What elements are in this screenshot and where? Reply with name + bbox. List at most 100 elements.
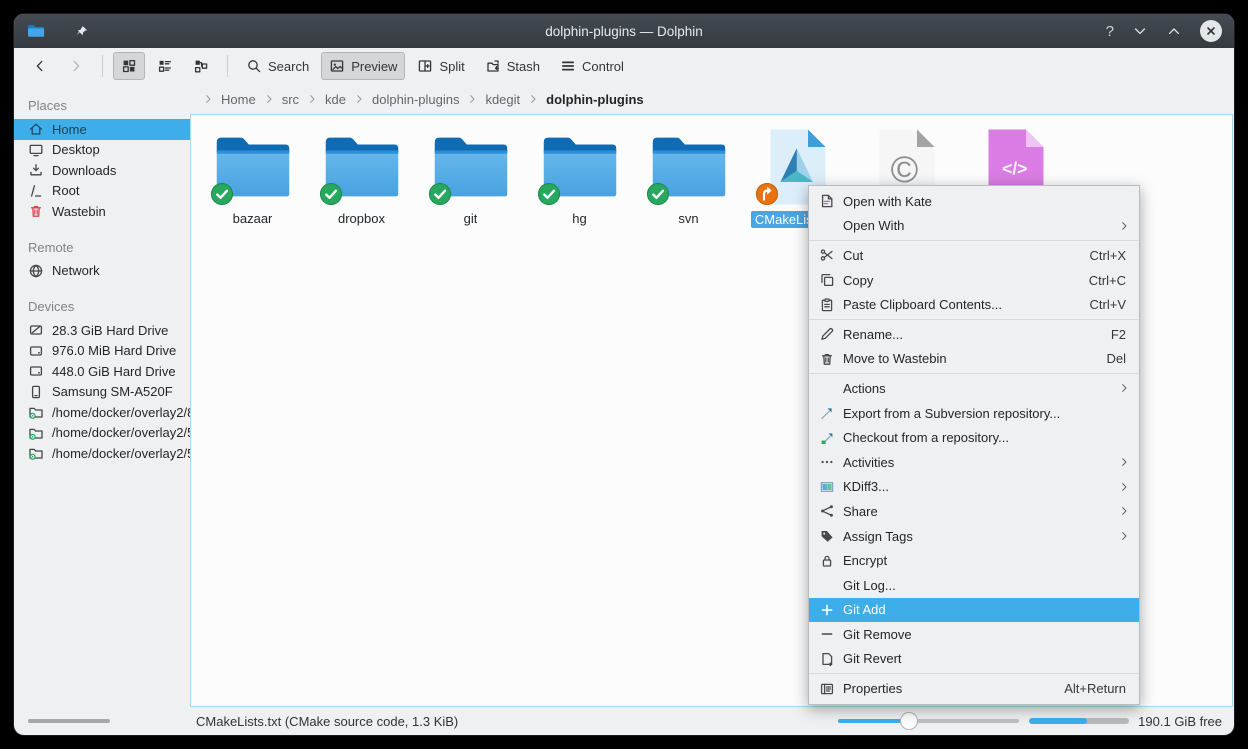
menu-item-shortcut: Ctrl+V (1090, 297, 1130, 312)
menu-separator (809, 373, 1139, 374)
status-file-info: CMakeLists.txt (CMake source code, 1.3 K… (196, 714, 458, 729)
icons-view-button[interactable] (113, 52, 145, 80)
menu-item-git-remove[interactable]: Git Remove (809, 622, 1139, 647)
menu-item-label: Encrypt (843, 553, 887, 568)
menu-item-git-log[interactable]: Git Log... (809, 573, 1139, 598)
sidebar-item-desktop[interactable]: Desktop (14, 140, 190, 161)
menu-item-label: Git Log... (843, 578, 896, 593)
sidebar-item-wastebin[interactable]: Wastebin (14, 201, 190, 222)
sidebar-item-home[interactable]: Home (14, 119, 190, 140)
vcs-normal-emblem-icon (538, 183, 560, 205)
sidebar-item-downloads[interactable]: Downloads (14, 160, 190, 181)
menu-item-encrypt[interactable]: Encrypt (809, 548, 1139, 573)
folder-item-svn[interactable]: svn (638, 127, 739, 226)
back-button[interactable] (24, 52, 56, 80)
folder-label: hg (572, 211, 586, 226)
sidebar-item-phone[interactable]: Samsung SM-A520F (14, 382, 190, 403)
menu-item-move-to-wastebin[interactable]: Move to WastebinDel (809, 347, 1139, 372)
control-button[interactable]: Control (552, 52, 632, 80)
app-folder-icon (26, 21, 46, 41)
search-button[interactable]: Search (238, 52, 317, 80)
compact-view-button[interactable] (149, 52, 181, 80)
menu-item-share[interactable]: Share (809, 499, 1139, 524)
folder-label: dropbox (338, 211, 385, 226)
menu-item-assign-tags[interactable]: Assign Tags (809, 524, 1139, 549)
menu-item-label: Export from a Subversion repository... (843, 406, 1060, 421)
menu-item-kdiff3[interactable]: KDiff3... (809, 475, 1139, 500)
menu-item-svn-export[interactable]: Export from a Subversion repository... (809, 401, 1139, 426)
dolphin-window: dolphin-plugins — Dolphin ? Search Previ… (14, 14, 1234, 735)
menu-separator (809, 240, 1139, 241)
menu-item-open-with-kate[interactable]: Open with Kate (809, 189, 1139, 214)
share-icon (818, 503, 835, 519)
breadcrumb-current[interactable]: dolphin-plugins (546, 92, 643, 107)
menu-item-properties[interactable]: PropertiesAlt+Return (809, 676, 1139, 701)
menu-item-open-with[interactable]: Open With (809, 214, 1139, 239)
close-button[interactable] (1200, 20, 1222, 42)
preview-button[interactable]: Preview (321, 52, 405, 80)
zoom-slider-handle[interactable] (900, 712, 918, 730)
breadcrumb-segment[interactable]: Home (221, 92, 256, 107)
stash-button[interactable]: Stash (477, 52, 548, 80)
breadcrumb-segment[interactable]: kde (325, 92, 346, 107)
menu-item-label: Open With (843, 218, 904, 233)
sidebar-item-overlay-3[interactable]: /home/docker/overlay2/5 (14, 443, 190, 464)
chevron-left-icon (32, 58, 48, 74)
split-button[interactable]: Split (409, 52, 472, 80)
folder-item-hg[interactable]: hg (529, 127, 630, 226)
details-view-button[interactable] (185, 52, 217, 80)
menu-item-svn-checkout[interactable]: Checkout from a repository... (809, 425, 1139, 450)
menu-item-label: Git Revert (843, 651, 902, 666)
menu-item-label: Cut (843, 248, 863, 263)
maximize-button-chevron-up-icon[interactable] (1166, 23, 1182, 39)
activities-icon (818, 454, 835, 470)
menu-item-rename[interactable]: Rename...F2 (809, 322, 1139, 347)
chevron-right-icon (466, 93, 478, 105)
sidebar-item-drive-28gib[interactable]: 28.3 GiB Hard Drive (14, 320, 190, 341)
titlebar[interactable]: dolphin-plugins — Dolphin ? (14, 14, 1234, 48)
sidebar-item-root[interactable]: Root (14, 181, 190, 202)
menu-item-label: Share (843, 504, 878, 519)
breadcrumb-segment[interactable]: src (282, 92, 299, 107)
split-icon (417, 58, 433, 74)
downloads-icon (28, 162, 44, 178)
disk-usage-fill (1029, 718, 1087, 724)
forward-button[interactable] (60, 52, 92, 80)
disk-usage-bar (1029, 718, 1129, 724)
chevron-right-icon (306, 93, 318, 105)
tag-icon (818, 528, 835, 544)
sidebar-item-drive-976mib[interactable]: 976.0 MiB Hard Drive (14, 341, 190, 362)
places-horizontal-scrollbar[interactable] (28, 719, 110, 723)
breadcrumb-segment[interactable]: dolphin-plugins (372, 92, 459, 107)
menu-item-paste[interactable]: Paste Clipboard Contents...Ctrl+V (809, 292, 1139, 317)
menu-item-git-add[interactable]: Git Add (809, 598, 1139, 623)
breadcrumb-segment[interactable]: kdegit (485, 92, 520, 107)
submenu-chevron-right-icon (1118, 456, 1130, 468)
folder-item-git[interactable]: git (420, 127, 521, 226)
help-button[interactable]: ? (1106, 23, 1114, 40)
vcs-normal-emblem-icon (211, 183, 233, 205)
menu-item-actions[interactable]: Actions (809, 376, 1139, 401)
wastebin-icon (28, 203, 44, 219)
folder-item-bazaar[interactable]: bazaar (202, 127, 303, 226)
submenu-chevron-right-icon (1118, 220, 1130, 232)
zoom-slider[interactable] (838, 712, 1019, 730)
sidebar-item-overlay-1[interactable]: /home/docker/overlay2/8 (14, 402, 190, 423)
menu-item-label: Activities (843, 455, 894, 470)
sidebar-item-network[interactable]: Network (14, 261, 190, 282)
toolbar: Search Preview Split Stash Control (14, 48, 1234, 84)
search-icon (246, 58, 262, 74)
menu-item-activities[interactable]: Activities (809, 450, 1139, 475)
menu-item-copy[interactable]: CopyCtrl+C (809, 268, 1139, 293)
sidebar-item-drive-448gib[interactable]: 448.0 GiB Hard Drive (14, 361, 190, 382)
menu-item-label: Git Remove (843, 627, 912, 642)
kdiff3-icon (818, 479, 835, 495)
menu-item-shortcut: Ctrl+X (1090, 248, 1130, 263)
submenu-chevron-right-icon (1118, 530, 1130, 542)
folder-item-dropbox[interactable]: dropbox (311, 127, 412, 226)
minimize-button-chevron-down-icon[interactable] (1132, 23, 1148, 39)
menu-item-cut[interactable]: Cut Ctrl+X (809, 243, 1139, 268)
menu-item-git-revert[interactable]: Git Revert (809, 647, 1139, 672)
sidebar-item-overlay-2[interactable]: /home/docker/overlay2/5 (14, 423, 190, 444)
mounted-folder-icon (28, 425, 44, 441)
